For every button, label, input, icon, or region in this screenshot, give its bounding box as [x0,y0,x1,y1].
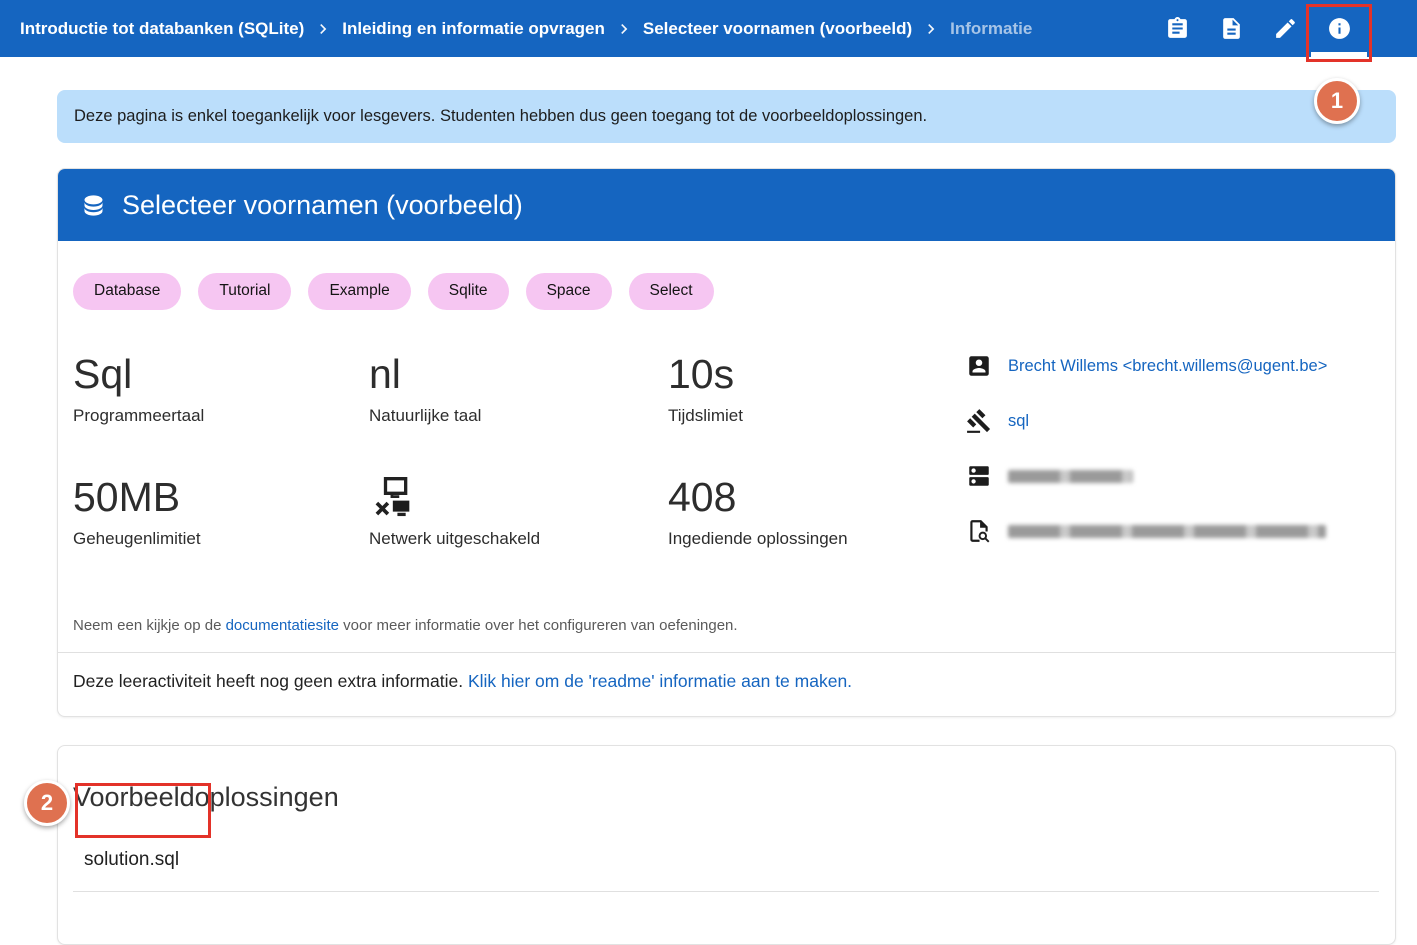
tag-select[interactable]: Select [629,273,714,310]
stat-label: Geheugenlimitiet [73,529,369,549]
tag-tutorial[interactable]: Tutorial [198,273,291,310]
database-icon [80,192,107,219]
teacher-only-alert: Deze pagina is enkel toegankelijk voor l… [57,90,1396,143]
stat-submissions: 408 Ingediende oplossingen [668,473,966,573]
documentation-link[interactable]: documentatiesite [226,617,339,634]
breadcrumb: Introductie tot databanken (SQLite) Inle… [20,19,1032,39]
stat-memory-limit: 50MB Geheugenlimitiet [73,473,369,573]
stat-label: Tijdslimiet [668,406,966,426]
meta-judge-row: sql [966,408,1379,435]
redacted-config-value [1008,525,1326,538]
assignment-icon [1165,16,1190,41]
edit-icon [1273,16,1298,41]
documentation-note: Neem een kijkje op de documentatiesite v… [73,617,1379,634]
stat-value: 408 [668,473,966,521]
exercise-card-body: Database Tutorial Example Sqlite Space S… [58,241,1395,716]
meta-author-row: Brecht Willems <brecht.willems@ugent.be> [966,353,1379,380]
breadcrumb-item-current: Informatie [950,19,1032,39]
file-search-icon [966,518,992,544]
person-icon [966,353,992,379]
readme-note: Deze leeractiviteit heeft nog geen extra… [58,652,1395,716]
stat-network-disabled: Netwerk uitgeschakeld [369,473,668,573]
readme-note-text: Deze leeractiviteit heeft nog geen extra… [73,671,468,691]
redacted-repository-value [1008,470,1133,483]
stat-label: Ingediende oplossingen [668,529,966,549]
topbar-actions [1145,0,1361,57]
tag-space[interactable]: Space [526,273,612,310]
solution-file-link[interactable]: solution.sql [73,835,1379,892]
chevron-right-icon [921,19,941,39]
stat-value: Sql [73,350,369,398]
documentation-note-prefix: Neem een kijkje op de [73,617,226,634]
chevron-right-icon [614,19,634,39]
tag-example[interactable]: Example [308,273,410,310]
stat-programming-language: Sql Programmeertaal [73,350,369,450]
stat-label: Netwerk uitgeschakeld [369,529,668,549]
stats-grid: Sql Programmeertaal nl Natuurlijke taal … [73,350,966,573]
description-tab-button[interactable] [1209,0,1253,57]
chevron-right-icon [313,19,333,39]
stat-value: nl [369,350,668,398]
edit-tab-button[interactable] [1263,0,1307,57]
top-navigation-bar: Introductie tot databanken (SQLite) Inle… [0,0,1417,57]
stat-value: 50MB [73,473,369,521]
tag-list: Database Tutorial Example Sqlite Space S… [73,273,1379,310]
tag-database[interactable]: Database [73,273,181,310]
gavel-icon [966,408,992,434]
server-icon [966,463,992,489]
breadcrumb-item-series[interactable]: Inleiding en informatie opvragen [342,19,605,39]
exercise-info-card: Selecteer voornamen (voorbeeld) Database… [57,168,1396,717]
author-link[interactable]: Brecht Willems <brecht.willems@ugent.be> [1008,357,1327,376]
annotation-callout-1: 1 [1314,78,1360,124]
assignment-tab-button[interactable] [1155,0,1199,57]
create-readme-link[interactable]: Klik hier om de 'readme' informatie aan … [468,671,852,691]
network-disabled-icon [369,473,668,521]
exercise-card-header: Selecteer voornamen (voorbeeld) [58,169,1395,241]
stat-time-limit: 10s Tijdslimiet [668,350,966,450]
solutions-card: Voorbeeldoplossingen solution.sql [57,745,1396,945]
documentation-note-suffix: voor meer informatie over het configurer… [339,617,738,634]
solution-file-list: solution.sql [73,835,1379,892]
alert-text: Deze pagina is enkel toegankelijk voor l… [74,107,927,126]
exercise-details: Sql Programmeertaal nl Natuurlijke taal … [73,350,1379,573]
solutions-title: Voorbeeldoplossingen [73,782,1379,813]
meta-config-row [966,518,1379,545]
tag-sqlite[interactable]: Sqlite [428,273,509,310]
breadcrumb-item-exercise[interactable]: Selecteer voornamen (voorbeeld) [643,19,912,39]
description-icon [1219,16,1244,41]
judge-link[interactable]: sql [1008,412,1029,431]
stat-value: 10s [668,350,966,398]
page-title: Selecteer voornamen (voorbeeld) [122,190,523,221]
info-tab-button[interactable] [1317,0,1361,57]
stat-label: Natuurlijke taal [369,406,668,426]
stat-natural-language: nl Natuurlijke taal [369,350,668,450]
breadcrumb-item-course[interactable]: Introductie tot databanken (SQLite) [20,19,304,39]
meta-column: Brecht Willems <brecht.willems@ugent.be>… [966,350,1379,573]
stat-label: Programmeertaal [73,406,369,426]
info-icon [1327,16,1352,41]
annotation-callout-2: 2 [24,780,70,826]
meta-repository-row [966,463,1379,490]
